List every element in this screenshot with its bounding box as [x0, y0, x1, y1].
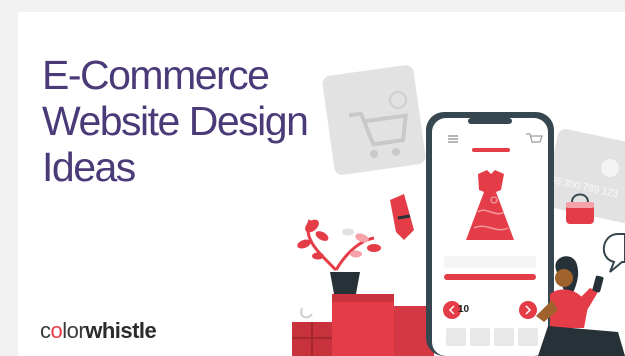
plant-icon	[297, 219, 381, 294]
logo-text-c: c	[40, 318, 51, 343]
logo-text-whistle: whistle	[85, 318, 157, 343]
forward-arrow-icon[interactable]	[519, 301, 537, 319]
ecommerce-illustration: 56 300 789 123	[292, 65, 625, 356]
logo-text-lor: lor	[62, 318, 86, 343]
shopping-cart-icon	[322, 65, 426, 175]
hero-card: E-Commerce Website Design Ideas colorwhi…	[18, 12, 625, 356]
boxes-icon	[292, 294, 434, 356]
phone-mockup	[426, 112, 554, 356]
price-label: 10	[458, 304, 470, 315]
chat-bubble-icon	[603, 233, 625, 273]
brand-logo: colorwhistle	[40, 318, 157, 344]
logo-text-o: o	[50, 318, 63, 343]
hanging-item-icon	[390, 194, 414, 240]
